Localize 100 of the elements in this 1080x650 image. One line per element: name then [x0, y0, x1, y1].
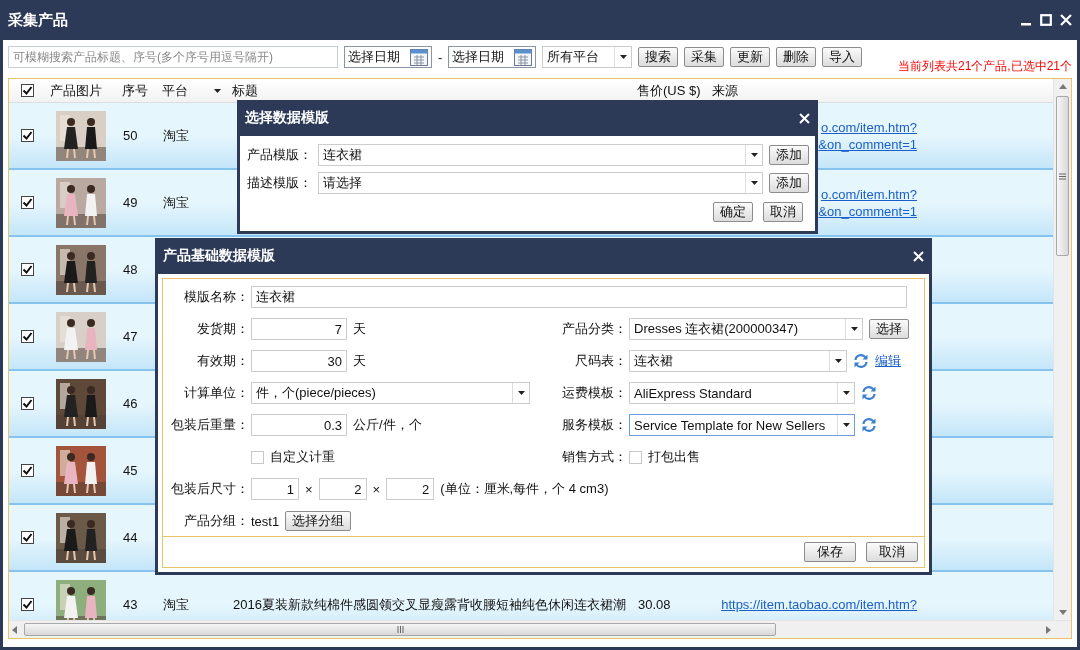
close-icon[interactable] [1060, 14, 1072, 26]
field-label: 服务模板： [561, 416, 628, 434]
template-dropdown[interactable]: 连衣裙 [629, 350, 847, 372]
field-label: 计算单位： [183, 384, 250, 402]
search-field[interactable]: 可模糊搜索产品标题、序号(多个序号用逗号隔开) [8, 46, 338, 68]
down-arrow-icon[interactable] [1058, 610, 1067, 615]
close-icon[interactable] [913, 250, 924, 262]
column-header[interactable]: 平台 [162, 81, 188, 100]
template-dropdown[interactable]: Dresses 连衣裙(200000347) [629, 318, 863, 340]
select-all-checkbox[interactable] [20, 84, 34, 97]
scrollbar[interactable] [9, 620, 1071, 638]
template-dropdown[interactable]: AliExpress Standard [629, 382, 855, 404]
column-header[interactable]: 标题 [232, 81, 258, 100]
source-link[interactable]: o.com/item.htm? [820, 119, 917, 135]
table-cell: 淘宝 [163, 127, 189, 143]
toolbar-button[interactable]: 搜索 [638, 47, 679, 67]
row-checkbox[interactable] [20, 598, 34, 611]
text-field[interactable]: 连衣裙 [251, 286, 907, 308]
table-cell: 淘宝 [163, 596, 189, 612]
dimension-field[interactable]: 2 [318, 478, 367, 500]
table-cell: 47 [123, 329, 138, 344]
left-arrow-icon[interactable] [12, 625, 17, 634]
toolbar-button[interactable]: 删除 [776, 47, 817, 67]
row-checkbox[interactable] [20, 196, 34, 209]
row-checkbox[interactable] [20, 263, 34, 276]
toolbar-button[interactable]: 导入 [822, 47, 863, 67]
caret-icon [842, 423, 850, 427]
dimension-field[interactable]: 2 [386, 478, 435, 500]
source-link[interactable]: &on_comment=1 [818, 203, 917, 219]
table-cell: 48 [123, 262, 138, 277]
source-link[interactable]: o.com/item.htm? [820, 186, 917, 202]
scrollbar-thumb[interactable] [1056, 96, 1069, 256]
table-cell: 44 [123, 530, 138, 545]
dialog-button[interactable]: 保存 [804, 542, 856, 562]
text-field[interactable]: 0.3 [251, 414, 347, 436]
caret-icon [834, 359, 842, 363]
column-header[interactable]: 来源 [712, 81, 738, 100]
table-cell: 50 [123, 128, 138, 143]
unit-dropdown[interactable]: 件，个(piece/pieces) [251, 382, 530, 404]
template-dropdown[interactable]: 连衣裙 [317, 144, 763, 166]
add-button[interactable]: 添加 [769, 173, 809, 193]
column-header[interactable]: 产品图片 [50, 81, 102, 100]
text-field[interactable]: 30 [251, 350, 347, 372]
refresh-icon[interactable] [853, 353, 869, 369]
date-field[interactable]: 选择日期 [344, 46, 432, 68]
dialog-button[interactable]: 确定 [713, 202, 753, 222]
checkbox[interactable] [629, 450, 642, 464]
size-note: (单位：厘米,每件，个 4 cm3) [440, 480, 609, 498]
unit-label: 天 [353, 352, 366, 370]
date-field[interactable]: 选择日期 [448, 46, 537, 68]
close-icon[interactable] [799, 112, 810, 124]
group-value: test1 [251, 513, 280, 529]
right-arrow-icon[interactable] [1046, 625, 1051, 634]
row-checkbox[interactable] [20, 397, 34, 410]
up-arrow-icon[interactable] [1058, 84, 1067, 89]
status-text: 当前列表共21个产品,已选中21个 [897, 58, 1072, 75]
caret-icon [619, 55, 627, 59]
dialog-button[interactable]: 取消 [763, 202, 803, 222]
dialog-button[interactable]: 取消 [866, 542, 918, 562]
row-checkbox[interactable] [20, 129, 34, 142]
field-label: 产品分组： [183, 512, 250, 530]
maximize-icon[interactable] [1040, 14, 1052, 26]
caret-icon [750, 181, 758, 185]
caret-icon [850, 327, 858, 331]
row-checkbox[interactable] [20, 531, 34, 544]
field-label: 模版名称： [183, 288, 250, 306]
add-button[interactable]: 添加 [769, 145, 809, 165]
scrollbar[interactable] [1053, 79, 1071, 620]
edit-link[interactable]: 编辑 [875, 352, 901, 370]
platform-dropdown[interactable]: 所有平台 [542, 46, 633, 68]
checkbox[interactable] [251, 450, 264, 464]
field-label: 描述模版： [246, 174, 312, 192]
unit-label: 天 [353, 320, 366, 338]
filter-caret-icon[interactable] [214, 88, 221, 93]
dimension-field[interactable]: 1 [251, 478, 299, 500]
checkbox-label: 打包出售 [648, 448, 700, 466]
template-dropdown[interactable]: Service Template for New Sellers [629, 414, 855, 436]
choose-button[interactable]: 选择 [869, 319, 909, 339]
calendar-icon[interactable] [410, 48, 428, 66]
row-checkbox[interactable] [20, 330, 34, 343]
table-cell: 2016夏装新款纯棉件感圆领交叉显瘦露背收腰短袖纯色休闲连衣裙潮 [233, 596, 626, 612]
source-link[interactable]: https://item.taobao.com/item.htm? [721, 597, 917, 612]
caret-icon [517, 391, 525, 395]
toolbar-button[interactable]: 更新 [730, 47, 771, 67]
scrollbar-thumb[interactable] [24, 623, 776, 636]
template-dropdown[interactable]: 请选择 [317, 172, 763, 194]
column-header[interactable]: 序号 [122, 81, 148, 100]
dialog-title: 选择数据模版 [245, 109, 329, 127]
checkbox-label: 自定义计重 [270, 448, 335, 466]
calendar-icon[interactable] [514, 48, 533, 66]
select-group-button[interactable]: 选择分组 [285, 511, 352, 531]
row-checkbox[interactable] [20, 464, 34, 477]
table-cell: 45 [123, 463, 138, 478]
refresh-icon[interactable] [861, 417, 877, 433]
refresh-icon[interactable] [861, 385, 877, 401]
column-header[interactable]: 售价(US $) [637, 81, 701, 100]
text-field[interactable]: 7 [251, 318, 347, 340]
toolbar-button[interactable]: 采集 [684, 47, 725, 67]
table-cell: 43 [123, 597, 138, 612]
source-link[interactable]: &on_comment=1 [818, 136, 917, 152]
